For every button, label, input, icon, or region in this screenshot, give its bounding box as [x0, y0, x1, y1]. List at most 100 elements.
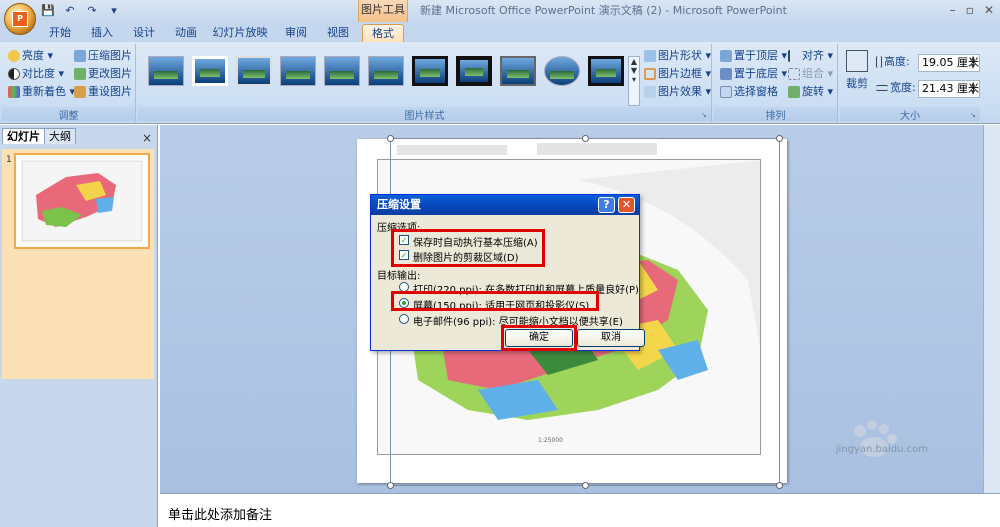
selection-pane-icon	[720, 86, 732, 98]
dialog-close-icon[interactable]: ✕	[618, 197, 635, 213]
tab-slideshow[interactable]: 幻灯片放映	[210, 24, 270, 42]
office-button[interactable]: P	[4, 3, 36, 35]
resize-handle-br[interactable]	[776, 482, 783, 489]
slide-number: 1	[6, 155, 12, 165]
crop-button[interactable]: 裁剪	[846, 76, 868, 92]
picture-style-2[interactable]	[192, 56, 228, 86]
ribbon: 亮度 ▾ 对比度 ▾ 重新着色 ▾ 压缩图片 更改图片 重设图片 调整 ▲ ▼ ▾ …	[0, 42, 1000, 124]
width-spinner-arrows-icon[interactable]: ▲ ▼	[967, 81, 979, 97]
notes-pane[interactable]: 单击此处添加备注	[160, 493, 1000, 527]
resize-handle-t[interactable]	[582, 135, 589, 142]
window-title: 新建 Microsoft Office PowerPoint 演示文稿 (2) …	[420, 4, 787, 17]
qat-more-icon[interactable]: ▾	[106, 4, 122, 18]
height-icon	[876, 56, 882, 68]
width-spinner[interactable]: 21.43 厘米 ▲ ▼	[918, 80, 980, 98]
tab-outline[interactable]: 大纲	[44, 128, 76, 144]
gallery-scroll[interactable]: ▲ ▼ ▾	[628, 56, 640, 106]
undo-icon[interactable]: ↶	[62, 4, 78, 18]
picture-border-icon	[644, 68, 656, 80]
send-to-back-icon	[720, 68, 732, 80]
align-button[interactable]: 对齐 ▾	[788, 48, 833, 64]
resize-handle-tl[interactable]	[387, 135, 394, 142]
office-logo-icon: P	[12, 11, 28, 27]
group-size-label: 大小	[840, 107, 980, 122]
close-window-button[interactable]: ✕	[984, 3, 994, 17]
rotate-button[interactable]: 旋转 ▾	[788, 84, 833, 100]
picture-effects-button[interactable]: 图片效果 ▾	[644, 84, 711, 100]
highlight-box-screen	[391, 291, 599, 311]
bring-to-front-icon	[720, 50, 732, 62]
window-controls: – ▫ ✕	[950, 3, 994, 17]
ribbon-tab-bar: 开始 插入 设计 动画 幻灯片放映 审阅 视图 格式	[0, 22, 1000, 42]
picture-style-9[interactable]	[500, 56, 536, 86]
contrast-button[interactable]: 对比度 ▾	[8, 66, 64, 82]
tab-home[interactable]: 开始	[42, 24, 78, 42]
minimize-button[interactable]: –	[950, 3, 956, 17]
picture-style-3[interactable]	[236, 56, 272, 86]
contrast-icon	[8, 68, 20, 80]
highlight-box-ok	[501, 325, 577, 351]
change-picture-button[interactable]: 更改图片	[74, 66, 132, 82]
pane-close-icon[interactable]: ×	[142, 131, 152, 145]
picture-shape-button[interactable]: 图片形状 ▾	[644, 48, 711, 64]
tab-slides[interactable]: 幻灯片	[2, 128, 45, 144]
compress-pictures-button[interactable]: 压缩图片	[74, 48, 132, 64]
picture-style-4[interactable]	[280, 56, 316, 86]
target-output-heading: 目标输出:	[377, 271, 421, 282]
picture-style-5[interactable]	[324, 56, 360, 86]
picture-style-7[interactable]	[412, 56, 448, 86]
resize-handle-tr[interactable]	[776, 135, 783, 142]
group-objects-button[interactable]: 组合 ▾	[788, 66, 833, 82]
group-arrange-label: 排列	[714, 107, 837, 122]
notes-placeholder[interactable]: 单击此处添加备注	[168, 504, 272, 523]
send-to-back-button[interactable]: 置于底层 ▾	[720, 66, 787, 82]
size-launcher-icon[interactable]: ↘	[970, 111, 978, 119]
height-spinner[interactable]: 19.05 厘米 ▲ ▼	[918, 54, 980, 72]
cancel-button[interactable]: 取消	[577, 329, 645, 347]
selection-pane-button[interactable]: 选择窗格	[720, 84, 778, 100]
tab-animation[interactable]: 动画	[168, 24, 204, 42]
picture-styles-launcher-icon[interactable]: ↘	[701, 111, 709, 119]
bring-to-front-button[interactable]: 置于顶层 ▾	[720, 48, 787, 64]
restore-button[interactable]: ▫	[966, 3, 974, 17]
reset-picture-icon	[74, 86, 86, 98]
tab-format[interactable]: 格式	[362, 24, 404, 42]
target-email-radio[interactable]	[399, 314, 409, 324]
picture-style-11[interactable]	[588, 56, 624, 86]
recolor-button[interactable]: 重新着色 ▾	[8, 84, 75, 100]
redo-icon[interactable]: ↷	[84, 4, 100, 18]
group-arrange: 置于顶层 ▾ 置于底层 ▾ 选择窗格 对齐 ▾ 组合 ▾ 旋转 ▾ 排列	[714, 44, 838, 122]
slide-thumbnail[interactable]	[14, 153, 150, 249]
tab-review[interactable]: 审阅	[278, 24, 314, 42]
group-icon	[788, 68, 800, 80]
highlight-box-options	[391, 229, 545, 267]
picture-tools-context-title: 图片工具	[358, 0, 408, 22]
align-icon	[788, 50, 800, 62]
picture-style-8[interactable]	[456, 56, 492, 86]
reset-picture-button[interactable]: 重设图片	[74, 84, 132, 100]
tab-insert[interactable]: 插入	[84, 24, 120, 42]
tab-view[interactable]: 视图	[320, 24, 356, 42]
picture-style-1[interactable]	[148, 56, 184, 86]
quick-access-toolbar: 💾 ↶ ↷ ▾	[40, 3, 122, 19]
width-label: 宽度:	[876, 80, 916, 96]
resize-handle-b[interactable]	[582, 482, 589, 489]
picture-style-10[interactable]	[544, 56, 580, 86]
height-label: 高度:	[876, 54, 910, 70]
save-icon[interactable]: 💾	[40, 4, 56, 18]
vertical-scrollbar[interactable]	[983, 125, 1000, 493]
baidu-watermark: jingyan.baidu.com	[820, 413, 940, 463]
slide-thumbnail-map	[16, 155, 148, 247]
title-bar: 💾 ↶ ↷ ▾ 图片工具 新建 Microsoft Office PowerPo…	[0, 0, 1000, 22]
group-picture-styles: ▲ ▼ ▾ 图片形状 ▾ 图片边框 ▾ 图片效果 ▾ 图片样式 ↘	[138, 44, 712, 122]
picture-style-6[interactable]	[368, 56, 404, 86]
picture-border-button[interactable]: 图片边框 ▾	[644, 66, 711, 82]
tab-design[interactable]: 设计	[126, 24, 162, 42]
height-spinner-arrows-icon[interactable]: ▲ ▼	[967, 55, 979, 71]
brightness-button[interactable]: 亮度 ▾	[8, 48, 53, 64]
change-picture-icon	[74, 68, 86, 80]
dialog-help-icon[interactable]: ?	[598, 197, 615, 213]
group-picture-styles-label: 图片样式	[138, 107, 711, 122]
slide-thumbnail-row[interactable]: 1	[2, 149, 154, 379]
resize-handle-bl[interactable]	[387, 482, 394, 489]
